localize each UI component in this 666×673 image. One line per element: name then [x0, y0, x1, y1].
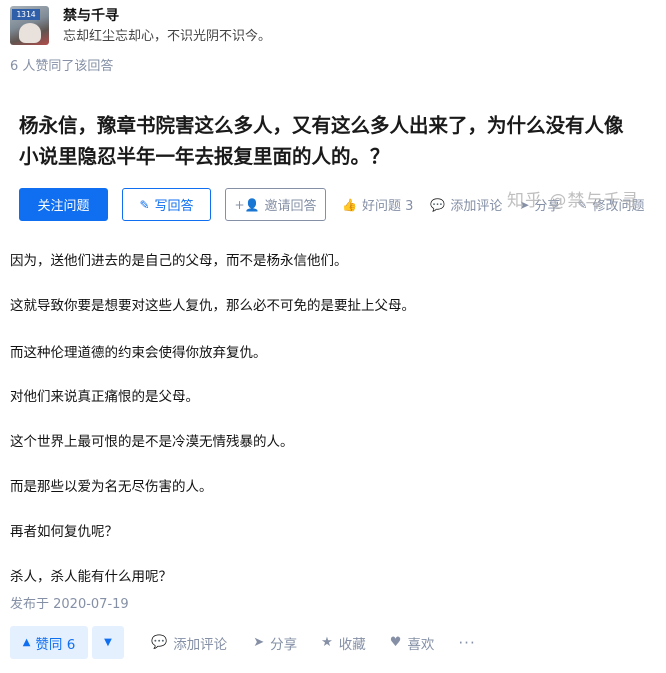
edit-icon: ✎	[577, 197, 588, 212]
invite-answer-label: 邀请回答	[264, 199, 317, 214]
star-icon: ★	[321, 635, 333, 650]
answer-share-button[interactable]: ➤ 分享	[253, 633, 297, 653]
thumbs-up-icon: 👍	[342, 197, 357, 212]
good-question-button[interactable]: 👍 好问题 3	[342, 195, 414, 215]
question-title[interactable]: 杨永信，豫章书院害这么多人，又有这么多人出来了，为什么没有人像小说里隐忍半年一年…	[19, 110, 639, 172]
avatar[interactable]: 1314	[10, 6, 49, 45]
answer-paragraph: 因为，送他们进去的是自己的父母，而不是杨永信他们。	[10, 253, 348, 269]
answer-paragraph: 再者如何复仇呢？	[10, 524, 118, 540]
voters-count[interactable]: 6 人赞同了该回答	[10, 58, 113, 76]
pencil-icon: ✎	[139, 197, 150, 212]
answer-paragraph: 而这种伦理道德的约束会使得你放弃复仇。	[10, 345, 267, 361]
invite-answer-button[interactable]: +👤 邀请回答	[225, 188, 326, 221]
question-action-bar: 关注问题 ✎ 写回答 +👤 邀请回答 👍 好问题 3 💬 添加评论 ➤ 分享 ✎…	[19, 188, 659, 221]
share-icon: ➤	[253, 635, 265, 650]
write-answer-button[interactable]: ✎ 写回答	[122, 188, 211, 221]
answer-paragraph: 杀人，杀人能有什么用呢？	[10, 569, 172, 585]
author-header: 1314 禁与千寻 忘却红尘忘却心，不识光阴不识今。	[10, 6, 271, 48]
publish-date[interactable]: 发布于 2020-07-19	[10, 596, 129, 614]
avatar-figure	[19, 23, 41, 43]
collect-label: 收藏	[338, 636, 366, 653]
question-comment-button[interactable]: 💬 添加评论	[430, 195, 503, 215]
answer-comment-label: 添加评论	[173, 636, 228, 653]
collect-button[interactable]: ★ 收藏	[321, 633, 366, 653]
more-icon: ···	[458, 633, 476, 652]
write-answer-label: 写回答	[154, 199, 194, 214]
answer-paragraph: 这就导致你要是想要对这些人复仇，那么必不可免的是要扯上父母。	[10, 298, 415, 314]
avatar-tag: 1314	[12, 9, 40, 20]
author-bio: 忘却红尘忘却心，不识光阴不识今。	[63, 29, 272, 44]
answer-paragraph: 而是那些以爱为名无尽伤害的人。	[10, 479, 213, 495]
comment-icon: 💬	[430, 197, 446, 212]
like-label: 喜欢	[407, 636, 435, 653]
good-question-label: 好问题 3	[361, 199, 414, 214]
like-button[interactable]: ♥ 喜欢	[390, 633, 435, 653]
triangle-up-icon: ▲	[22, 637, 31, 648]
answer-paragraph: 这个世界上最可恨的是不是冷漠无情残暴的人。	[10, 434, 294, 450]
question-share-label: 分享	[534, 199, 561, 214]
answer-paragraph: 对他们来说真正痛恨的是父母。	[10, 389, 199, 405]
answer-action-bar: ▲ 赞同 6 ▼ 💬 添加评论 ➤ 分享 ★ 收藏 ♥ 喜欢 ···	[10, 626, 476, 659]
upvote-label: 赞同 6	[35, 636, 76, 653]
question-comment-label: 添加评论	[450, 199, 503, 214]
follow-question-button[interactable]: 关注问题	[19, 188, 108, 221]
author-name[interactable]: 禁与千寻	[63, 7, 271, 25]
author-info: 禁与千寻 忘却红尘忘却心，不识光阴不识今。	[63, 6, 271, 48]
share-icon: ➤	[519, 197, 530, 212]
triangle-down-icon: ▼	[104, 637, 112, 648]
answer-comment-button[interactable]: 💬 添加评论	[151, 633, 227, 653]
answer-share-label: 分享	[270, 636, 298, 653]
question-share-button[interactable]: ➤ 分享	[519, 195, 561, 215]
edit-question-button[interactable]: ✎ 修改问题	[577, 195, 645, 215]
edit-question-label: 修改问题	[592, 199, 645, 214]
heart-icon: ♥	[389, 635, 402, 650]
downvote-button[interactable]: ▼	[92, 626, 124, 659]
add-user-icon: +👤	[234, 197, 260, 212]
follow-question-label: 关注问题	[37, 199, 90, 214]
comment-icon: 💬	[151, 635, 168, 650]
more-button[interactable]: ···	[458, 634, 475, 652]
upvote-button[interactable]: ▲ 赞同 6	[10, 626, 88, 659]
